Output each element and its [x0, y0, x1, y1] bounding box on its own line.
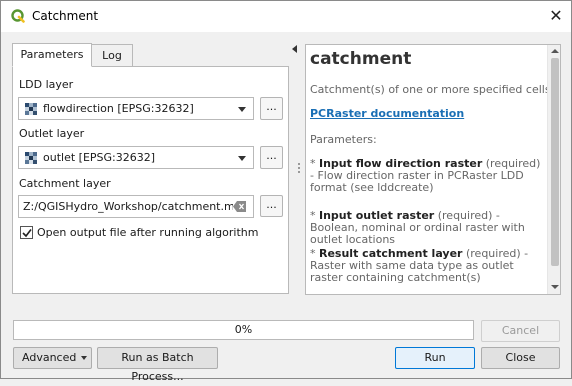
chevron-down-icon: [81, 356, 87, 360]
open-output-label: Open output file after running algorithm: [37, 226, 259, 239]
raster-layer-icon: [25, 152, 37, 164]
advanced-button-label: Advanced: [22, 351, 77, 364]
ldd-layer-combo[interactable]: flowdirection [EPSG:32632]: [18, 97, 254, 120]
close-button[interactable]: Close: [481, 347, 560, 369]
chevron-down-icon: [238, 156, 246, 161]
raster-layer-icon: [25, 103, 37, 115]
window-close-button[interactable]: ✕: [546, 6, 566, 26]
checkmark-icon: [22, 229, 32, 238]
scroll-up-icon[interactable]: [551, 49, 559, 53]
catchment-layer-label: Catchment layer: [19, 177, 111, 190]
catchment-save-button[interactable]: ...: [260, 195, 283, 217]
scroll-down-icon[interactable]: [551, 285, 559, 289]
help-param-item: * Result catchment layer (required) - Ra…: [310, 247, 529, 284]
help-title: catchment: [310, 49, 412, 69]
scroll-thumb[interactable]: [551, 58, 559, 266]
advanced-button[interactable]: Advanced: [13, 347, 92, 369]
tab-log[interactable]: Log: [91, 44, 133, 67]
progress-text: 0%: [234, 323, 253, 336]
run-batch-button[interactable]: Run as Batch Process...: [97, 347, 218, 383]
catchment-output-field[interactable]: [18, 195, 254, 218]
catchment-dialog: Catchment ✕ Parameters Log LDD layer flo…: [0, 0, 572, 383]
outlet-layer-value: outlet [EPSG:32632]: [43, 151, 156, 164]
ldd-layer-value: flowdirection [EPSG:32632]: [43, 102, 194, 115]
clear-icon[interactable]: [233, 201, 246, 212]
window-title: Catchment: [32, 9, 99, 23]
help-description: Catchment(s) of one or more specified ce…: [310, 83, 551, 96]
title-bar: Catchment ✕: [1, 1, 571, 32]
collapse-help-icon[interactable]: [292, 45, 297, 53]
progress-bar: 0%: [13, 320, 474, 340]
help-scrollbar[interactable]: [547, 45, 560, 294]
catchment-output-input[interactable]: [21, 198, 233, 215]
ldd-layer-label: LDD layer: [19, 78, 74, 91]
outlet-layer-combo[interactable]: outlet [EPSG:32632]: [18, 146, 254, 169]
open-output-checkbox[interactable]: [20, 226, 33, 239]
help-parameters-heading: Parameters:: [310, 133, 377, 146]
help-param-item: * Input flow direction raster (required)…: [310, 157, 541, 194]
help-param-item: * Input outlet raster (required) - Boole…: [310, 209, 525, 246]
help-panel: catchment Catchment(s) of one or more sp…: [305, 44, 561, 295]
outlet-browse-button[interactable]: ...: [260, 146, 283, 169]
outlet-layer-label: Outlet layer: [19, 127, 85, 140]
pcraster-documentation-link[interactable]: PCRaster documentation: [310, 107, 464, 120]
tab-parameters[interactable]: Parameters: [12, 43, 92, 67]
ldd-browse-button[interactable]: ...: [260, 97, 283, 120]
splitter-handle[interactable]: [298, 163, 300, 175]
chevron-down-icon: [238, 107, 246, 112]
cancel-button[interactable]: Cancel: [481, 320, 560, 342]
qgis-logo-icon: [11, 9, 25, 23]
run-button[interactable]: Run: [395, 347, 475, 369]
